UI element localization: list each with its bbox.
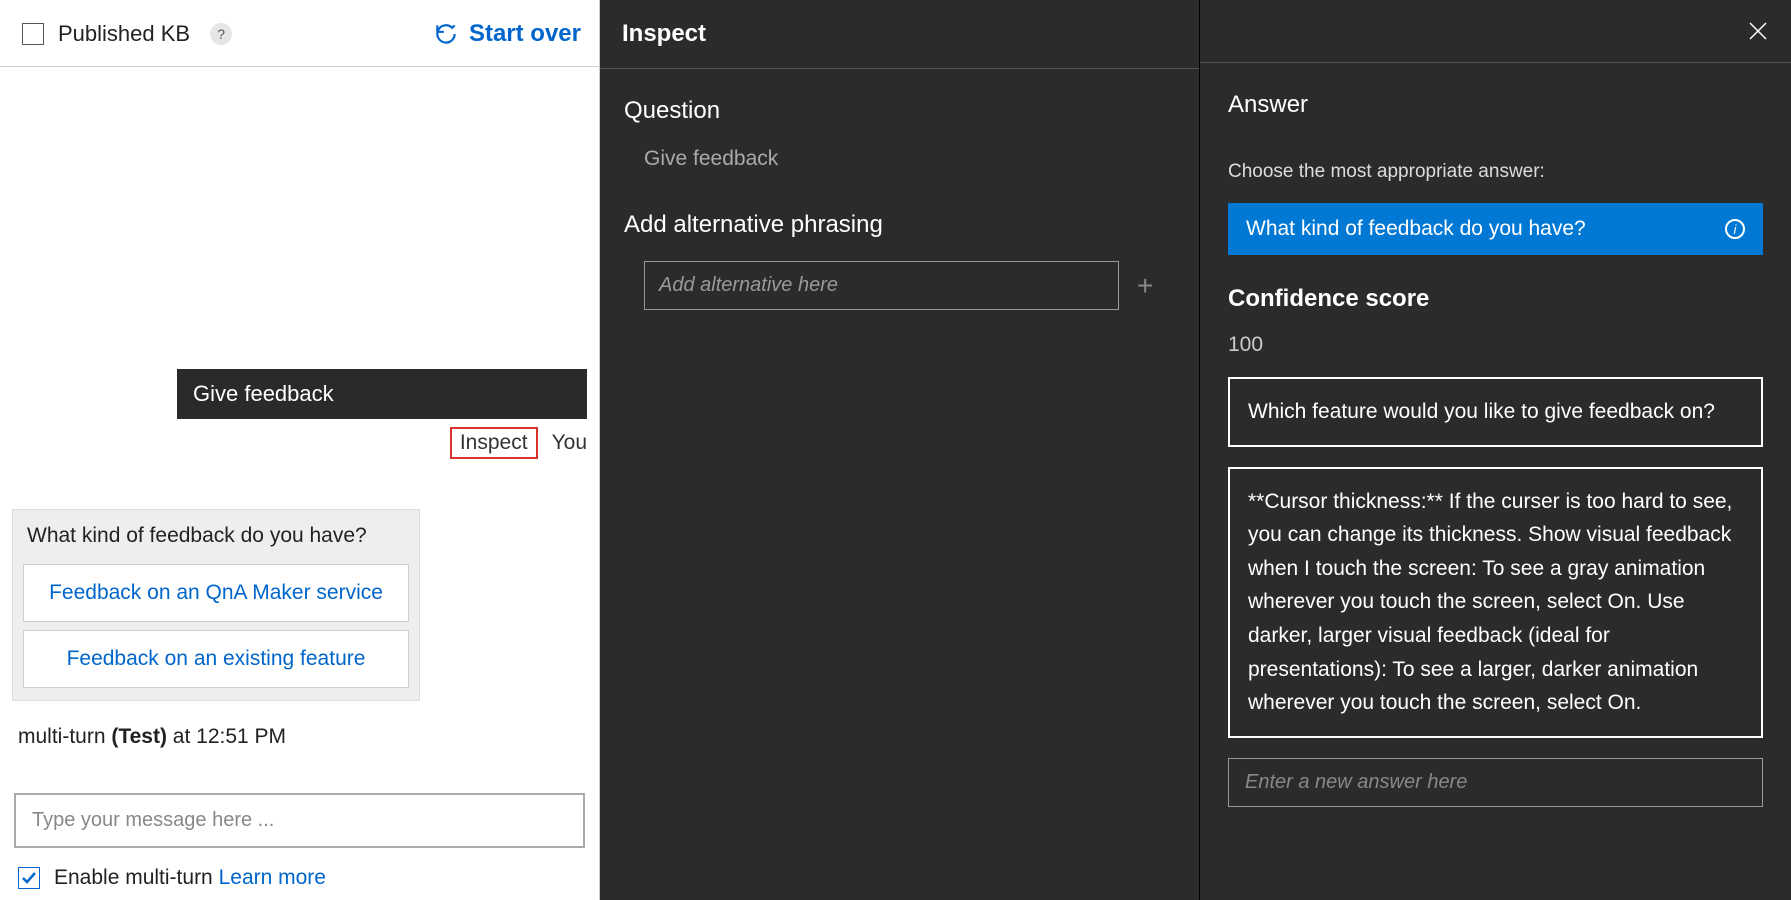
answer-body: Answer Choose the most appropriate answe… [1200,63,1791,835]
answer-section-title: Answer [1228,91,1763,119]
published-kb-toggle[interactable]: Published KB ? [22,21,232,47]
message-input[interactable]: Type your message here ... [14,793,585,848]
chat-area: Give feedback Inspect You What kind of f… [0,67,599,900]
alt-phrasing-title: Add alternative phrasing [624,211,1175,239]
enable-multi-turn-row: Enable multi-turn Learn more [12,866,587,890]
confidence-value: 100 [1228,333,1763,357]
chat-header: Published KB ? Start over [0,0,599,67]
inspect-answer-panel: Answer Choose the most appropriate answe… [1200,0,1791,900]
answer-instruction: Choose the most appropriate answer: [1228,161,1763,183]
question-section-title: Question [624,97,1175,125]
selected-answer-text: What kind of feedback do you have? [1246,217,1586,241]
help-icon[interactable]: ? [210,23,232,45]
inspect-body: Question Give feedback Add alternative p… [600,69,1199,338]
learn-more-link[interactable]: Learn more [219,866,326,889]
refresh-icon [433,21,459,47]
enable-multi-turn-text: Enable multi-turn [54,866,213,889]
user-message-row: Give feedback Inspect You [12,369,587,459]
question-text: Give feedback [624,147,1175,171]
bot-question-text: What kind of feedback do you have? [23,518,409,556]
chat-test-panel: Published KB ? Start over Give feedback … [0,0,600,900]
feedback-option-button[interactable]: Feedback on an QnA Maker service [23,564,409,622]
start-over-label: Start over [469,20,581,48]
bot-message: What kind of feedback do you have? Feedb… [12,509,420,701]
message-meta: Inspect You [450,427,587,459]
checkbox-icon [22,23,44,45]
answer-option-card[interactable]: Which feature would you like to give fee… [1228,377,1763,447]
selected-answer[interactable]: What kind of feedback do you have? i [1228,203,1763,255]
enable-multi-turn-label: Enable multi-turn Learn more [54,866,326,890]
bot-meta-prefix: multi-turn [18,725,111,748]
user-message: Give feedback [177,369,587,419]
start-over-button[interactable]: Start over [433,20,581,48]
published-kb-label: Published KB [58,21,190,47]
inspect-button[interactable]: Inspect [450,427,538,459]
close-icon[interactable] [1747,20,1769,42]
confidence-title: Confidence score [1228,285,1763,313]
bot-meta-name: (Test) [111,725,167,748]
inspect-header: Inspect [600,0,1199,69]
answer-header [1200,0,1791,63]
enable-multi-turn-checkbox[interactable] [18,867,40,889]
inspect-question-panel: Inspect Question Give feedback Add alter… [600,0,1200,900]
info-icon[interactable]: i [1725,219,1745,239]
you-label: You [552,431,587,455]
alt-phrasing-row: Add alternative here + [624,261,1175,310]
bot-meta-time: at 12:51 PM [167,725,286,748]
new-answer-input[interactable]: Enter a new answer here [1228,758,1763,807]
alt-phrasing-input[interactable]: Add alternative here [644,261,1119,310]
plus-icon[interactable]: + [1137,270,1153,302]
answer-option-card[interactable]: **Cursor thickness:** If the curser is t… [1228,467,1763,738]
bot-meta: multi-turn (Test) at 12:51 PM [12,725,286,749]
feedback-option-button[interactable]: Feedback on an existing feature [23,630,409,688]
